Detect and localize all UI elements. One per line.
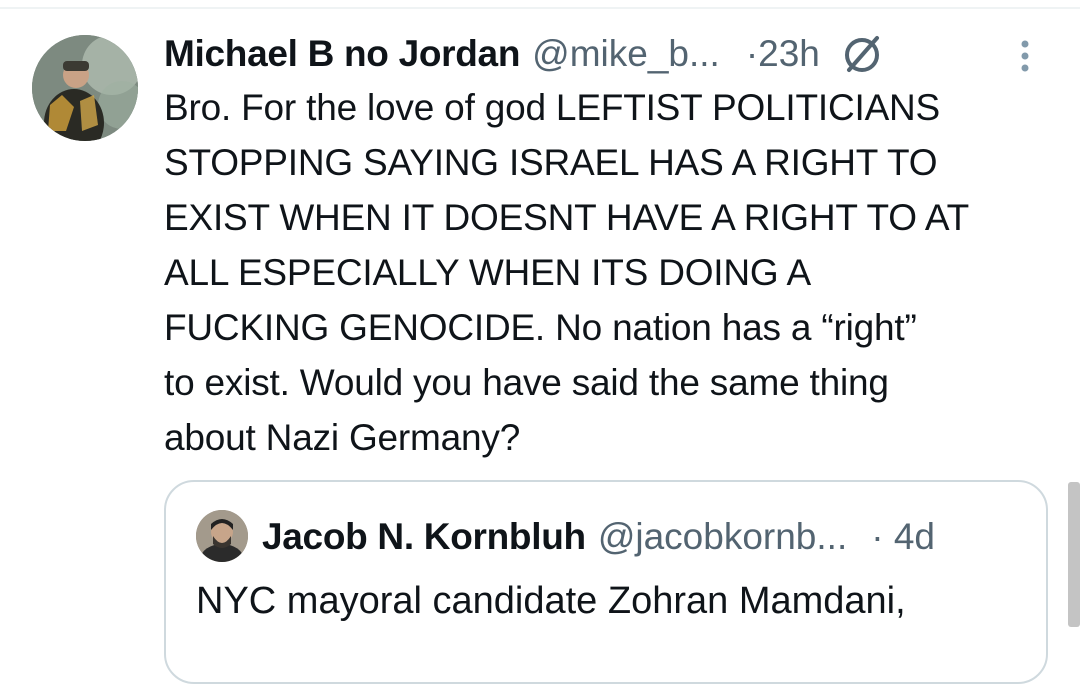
quote-timestamp[interactable]: · 4d xyxy=(871,516,935,558)
no-symbol-icon xyxy=(844,36,879,72)
author-handle[interactable]: @mike_b... xyxy=(532,33,720,75)
quote-header: Jacob N. Kornbluh @jacobkornb... · 4d xyxy=(262,512,935,562)
vertical-ellipsis-icon[interactable] xyxy=(1010,38,1040,76)
avatar-photo xyxy=(32,35,138,141)
quote-author-name[interactable]: Jacob N. Kornbluh xyxy=(262,516,586,558)
author-name[interactable]: Michael B no Jordan xyxy=(164,33,520,75)
quote-author-handle[interactable]: @jacobkornb... xyxy=(598,516,847,558)
tweet-header: Michael B no Jordan @mike_b... ·23h xyxy=(164,30,884,78)
quote-avatar-photo xyxy=(196,510,248,562)
author-avatar[interactable] xyxy=(32,35,138,141)
quote-author-avatar[interactable] xyxy=(196,510,248,562)
scrollbar[interactable] xyxy=(1068,482,1080,627)
tweet-text: Bro. For the love of god LEFTIST POLITIC… xyxy=(164,87,970,458)
top-divider xyxy=(0,7,1080,9)
quote-text: NYC mayoral candidate Zohran Mamdani, xyxy=(196,580,906,622)
quote-tweet-card[interactable]: Jacob N. Kornbluh @jacobkornb... · 4d NY… xyxy=(164,480,1048,684)
tweet-timestamp[interactable]: ·23h xyxy=(746,33,820,75)
